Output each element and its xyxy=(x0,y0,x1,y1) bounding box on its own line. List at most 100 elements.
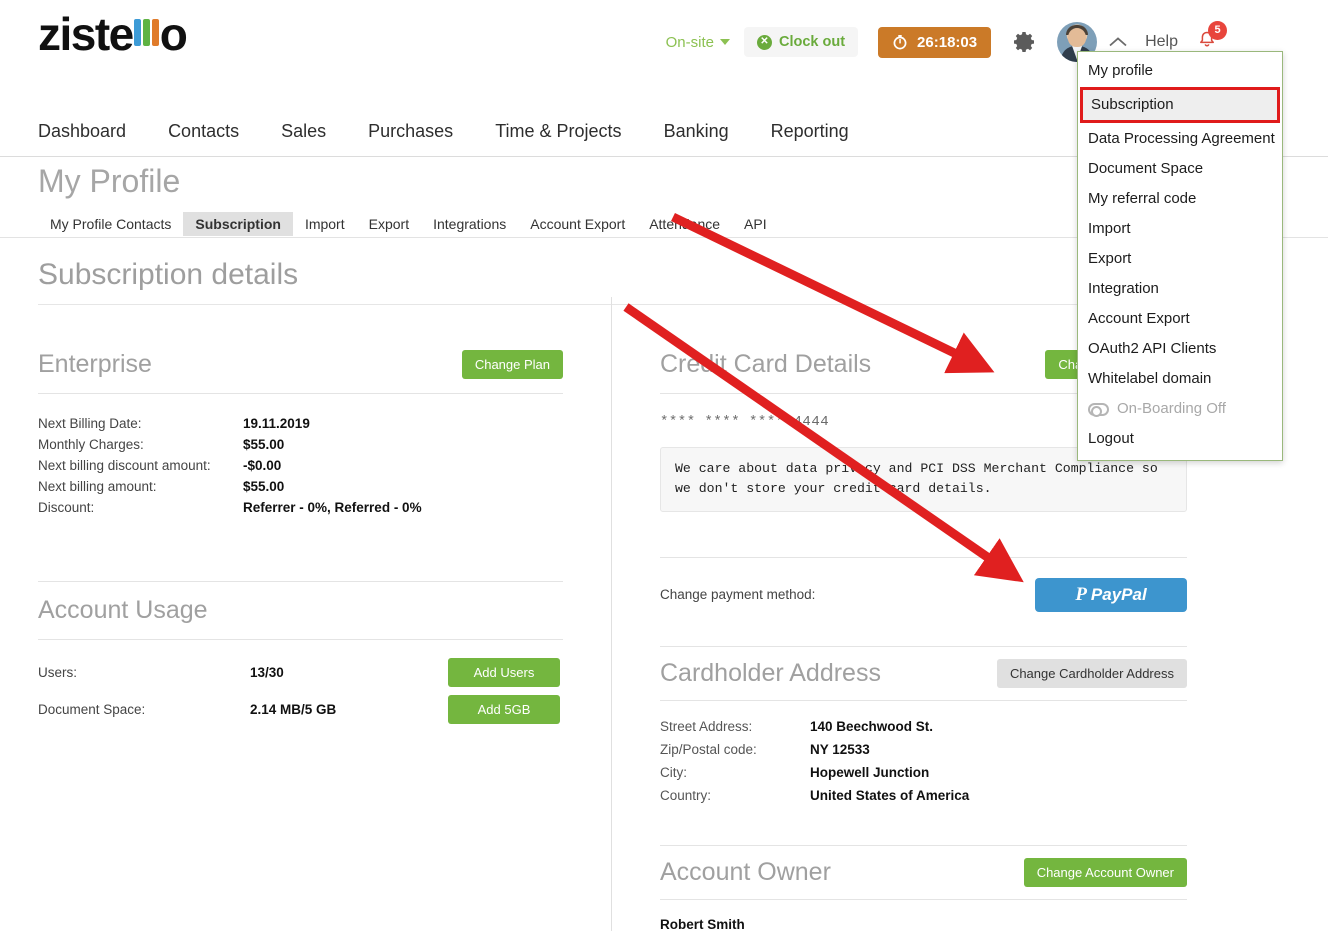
change-account-owner-button[interactable]: Change Account Owner xyxy=(1023,857,1187,887)
tab-account-export[interactable]: Account Export xyxy=(518,212,637,236)
row-value: -$0.00 xyxy=(243,458,282,473)
row-label: Zip/Postal code: xyxy=(660,741,757,757)
menu-item-import[interactable]: Import xyxy=(1078,214,1282,244)
row-value: United States of America xyxy=(810,787,970,803)
arrow-to-change-credit-card xyxy=(671,212,995,374)
menu-item-integration[interactable]: Integration xyxy=(1078,274,1282,304)
plan-row-next-billing-date: Next Billing Date: 19.11.2019 xyxy=(38,416,563,431)
app-logo[interactable]: ziste o xyxy=(38,8,188,60)
clock-out-button[interactable]: ✕ Clock out xyxy=(743,27,859,57)
add-storage-button[interactable]: Add 5GB xyxy=(448,695,560,724)
row-value: 13/30 xyxy=(250,665,284,680)
page-title: My Profile xyxy=(38,163,181,199)
row-label: Next billing discount amount: xyxy=(38,458,211,473)
menu-item-onboarding-toggle[interactable]: On-Boarding Off xyxy=(1078,394,1282,424)
address-row-country: Country: United States of America xyxy=(660,788,1187,803)
paypal-label: PayPal xyxy=(1090,585,1147,605)
plan-name: Enterprise xyxy=(38,350,152,378)
plan-row-next-billing-amount: Next billing amount: $55.00 xyxy=(38,479,563,494)
menu-item-data-processing-agreement[interactable]: Data Processing Agreement xyxy=(1078,124,1282,154)
row-value: NY 12533 xyxy=(810,741,870,757)
plan-row-next-billing-discount: Next billing discount amount: -$0.00 xyxy=(38,458,563,473)
tab-api[interactable]: API xyxy=(732,212,779,236)
change-cardholder-address-button[interactable]: Change Cardholder Address xyxy=(996,658,1187,688)
cardholder-top-divider xyxy=(660,645,1187,647)
tab-integrations[interactable]: Integrations xyxy=(421,212,518,236)
cardholder-divider xyxy=(660,699,1187,701)
row-label: Street Address: xyxy=(660,718,753,734)
change-plan-button[interactable]: Change Plan xyxy=(461,350,563,379)
menu-item-logout[interactable]: Logout xyxy=(1078,424,1282,454)
nav-item-contacts[interactable]: Contacts xyxy=(168,121,239,142)
column-divider xyxy=(611,297,612,931)
plan-row-discount: Discount: Referrer - 0%, Referred - 0% xyxy=(38,500,563,515)
menu-item-my-referral-code[interactable]: My referral code xyxy=(1078,184,1282,214)
row-label: Discount: xyxy=(38,500,95,515)
menu-item-account-export[interactable]: Account Export xyxy=(1078,304,1282,334)
account-owner-top-divider xyxy=(660,844,1187,846)
help-link[interactable]: Help xyxy=(1145,33,1178,51)
add-users-button[interactable]: Add Users xyxy=(448,658,560,687)
section-heading-account-usage: Account Usage xyxy=(38,596,208,624)
row-label: Document Space: xyxy=(38,702,146,717)
user-dropdown-menu: My profile Subscription Data Processing … xyxy=(1077,51,1283,461)
menu-item-label: On-Boarding Off xyxy=(1117,400,1226,417)
address-row-city: City: Hopewell Junction xyxy=(660,765,1187,780)
clock-out-icon: ✕ xyxy=(756,34,772,50)
user-menu-toggle[interactable] xyxy=(1107,35,1129,49)
onsite-dropdown[interactable]: On-site xyxy=(666,34,730,51)
row-value: 2.14 MB/5 GB xyxy=(250,702,337,717)
menu-item-oauth2-api-clients[interactable]: OAuth2 API Clients xyxy=(1078,334,1282,364)
nav-item-purchases[interactable]: Purchases xyxy=(368,121,453,142)
menu-item-export[interactable]: Export xyxy=(1078,244,1282,274)
notification-count: 5 xyxy=(1208,20,1227,40)
plan-divider xyxy=(38,393,563,394)
row-value: $55.00 xyxy=(243,437,285,452)
timer-value: 26:18:03 xyxy=(917,33,978,51)
tab-attendance[interactable]: Attendance xyxy=(637,212,732,236)
change-payment-method-label: Change payment method: xyxy=(660,587,816,603)
nav-item-banking[interactable]: Banking xyxy=(664,121,729,142)
nav-item-dashboard[interactable]: Dashboard xyxy=(38,121,126,142)
toggle-off-icon xyxy=(1088,402,1109,417)
paypal-logo-icon: P xyxy=(1075,584,1087,606)
nav-item-reporting[interactable]: Reporting xyxy=(771,121,849,142)
usage-row-users: Users: 13/30 Add Users xyxy=(38,658,563,687)
menu-item-whitelabel-domain[interactable]: Whitelabel domain xyxy=(1078,364,1282,394)
row-label: Next Billing Date: xyxy=(38,416,142,431)
nav-item-sales[interactable]: Sales xyxy=(281,121,326,142)
address-row-street: Street Address: 140 Beechwood St. xyxy=(660,719,1187,734)
timer-badge[interactable]: 26:18:03 xyxy=(878,26,992,58)
menu-item-document-space[interactable]: Document Space xyxy=(1078,154,1282,184)
logo-text-tail: o xyxy=(159,8,188,60)
app-window: ziste o On-site ✕ Clock out 26:18:03 Hel… xyxy=(0,0,1328,931)
menu-item-subscription[interactable]: Subscription xyxy=(1080,87,1280,123)
row-value: Hopewell Junction xyxy=(810,764,930,780)
section-heading-cardholder-address: Cardholder Address xyxy=(660,658,881,687)
clock-out-label: Clock out xyxy=(778,34,846,50)
row-label: Next billing amount: xyxy=(38,479,157,494)
tab-subscription[interactable]: Subscription xyxy=(183,212,293,236)
stopwatch-icon xyxy=(893,35,907,50)
row-label: Users: xyxy=(38,665,78,680)
nav-item-time-projects[interactable]: Time & Projects xyxy=(495,121,621,142)
plan-row-monthly-charges: Monthly Charges: $55.00 xyxy=(38,437,563,452)
account-owner-name: Robert Smith xyxy=(660,916,745,931)
address-row-zip: Zip/Postal code: NY 12533 xyxy=(660,742,1187,757)
account-usage-top-divider xyxy=(38,581,563,582)
tab-import[interactable]: Import xyxy=(293,212,357,236)
gear-icon xyxy=(1014,32,1035,52)
left-column: Enterprise Change Plan Next Billing Date… xyxy=(38,350,563,730)
section-heading-subscription-details: Subscription details xyxy=(38,258,299,291)
menu-item-my-profile[interactable]: My profile xyxy=(1078,56,1282,86)
settings-button[interactable] xyxy=(1013,30,1037,54)
tab-export[interactable]: Export xyxy=(357,212,421,236)
section-heading-account-owner: Account Owner xyxy=(660,857,831,886)
logo-bars-icon xyxy=(133,18,159,46)
tab-my-profile-contacts[interactable]: My Profile Contacts xyxy=(38,212,183,236)
section-heading-credit-card-details: Credit Card Details xyxy=(660,350,872,378)
account-usage-divider xyxy=(38,639,563,640)
paypal-button[interactable]: P PayPal xyxy=(1035,577,1187,612)
row-value: $55.00 xyxy=(243,479,285,494)
chevron-up-icon xyxy=(1109,37,1127,47)
